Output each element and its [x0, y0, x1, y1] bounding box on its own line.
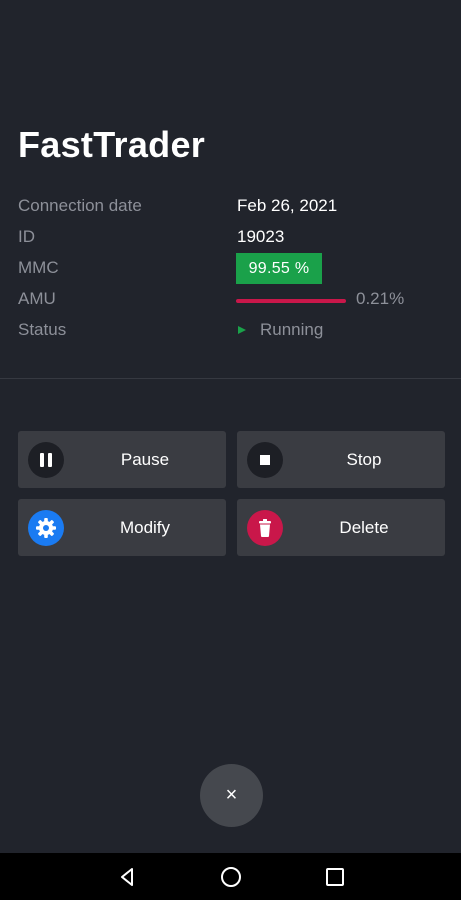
close-button[interactable]: ×	[200, 764, 263, 827]
page-title: FastTrader	[18, 124, 206, 165]
delete-label: Delete	[339, 518, 389, 537]
stop-icon	[247, 442, 283, 478]
status-label: Status	[18, 320, 67, 339]
pause-icon	[28, 442, 64, 478]
stop-label: Stop	[346, 450, 382, 469]
navigation-bar	[0, 853, 461, 900]
modify-label: Modify	[119, 518, 171, 537]
amu-label: AMU	[18, 289, 56, 308]
pause-button[interactable]: Pause	[18, 431, 226, 488]
home-icon[interactable]	[219, 865, 243, 889]
id-label: ID	[18, 227, 35, 246]
connection-date-row: Connection date Feb 26, 2021	[18, 193, 438, 224]
id-row: ID 19023	[18, 224, 438, 255]
connection-date-value: Feb 26, 2021	[237, 196, 338, 215]
divider	[0, 378, 461, 379]
amu-row: AMU 0.21%	[18, 286, 438, 317]
status-value: Running	[260, 320, 324, 339]
amu-bar	[236, 299, 346, 303]
pause-label: Pause	[120, 450, 170, 469]
back-icon[interactable]	[115, 865, 139, 889]
info-panel: Connection date Feb 26, 2021 ID 19023 MM…	[18, 193, 438, 348]
connection-date-label: Connection date	[18, 196, 142, 215]
mmc-label: MMC	[18, 258, 59, 277]
recents-icon[interactable]	[323, 865, 347, 889]
play-icon	[238, 326, 246, 334]
trash-icon	[247, 510, 283, 546]
modify-button[interactable]: Modify	[18, 499, 226, 556]
amu-value: 0.21%	[356, 289, 405, 308]
gear-icon	[28, 510, 64, 546]
close-icon: ×	[225, 784, 238, 806]
id-value: 19023	[237, 227, 285, 246]
mmc-row: MMC 99.55 %	[18, 253, 438, 286]
status-row: Status Running	[18, 317, 438, 348]
stop-button[interactable]: Stop	[237, 431, 445, 488]
delete-button[interactable]: Delete	[237, 499, 445, 556]
mmc-badge: 99.55 %	[236, 253, 322, 284]
